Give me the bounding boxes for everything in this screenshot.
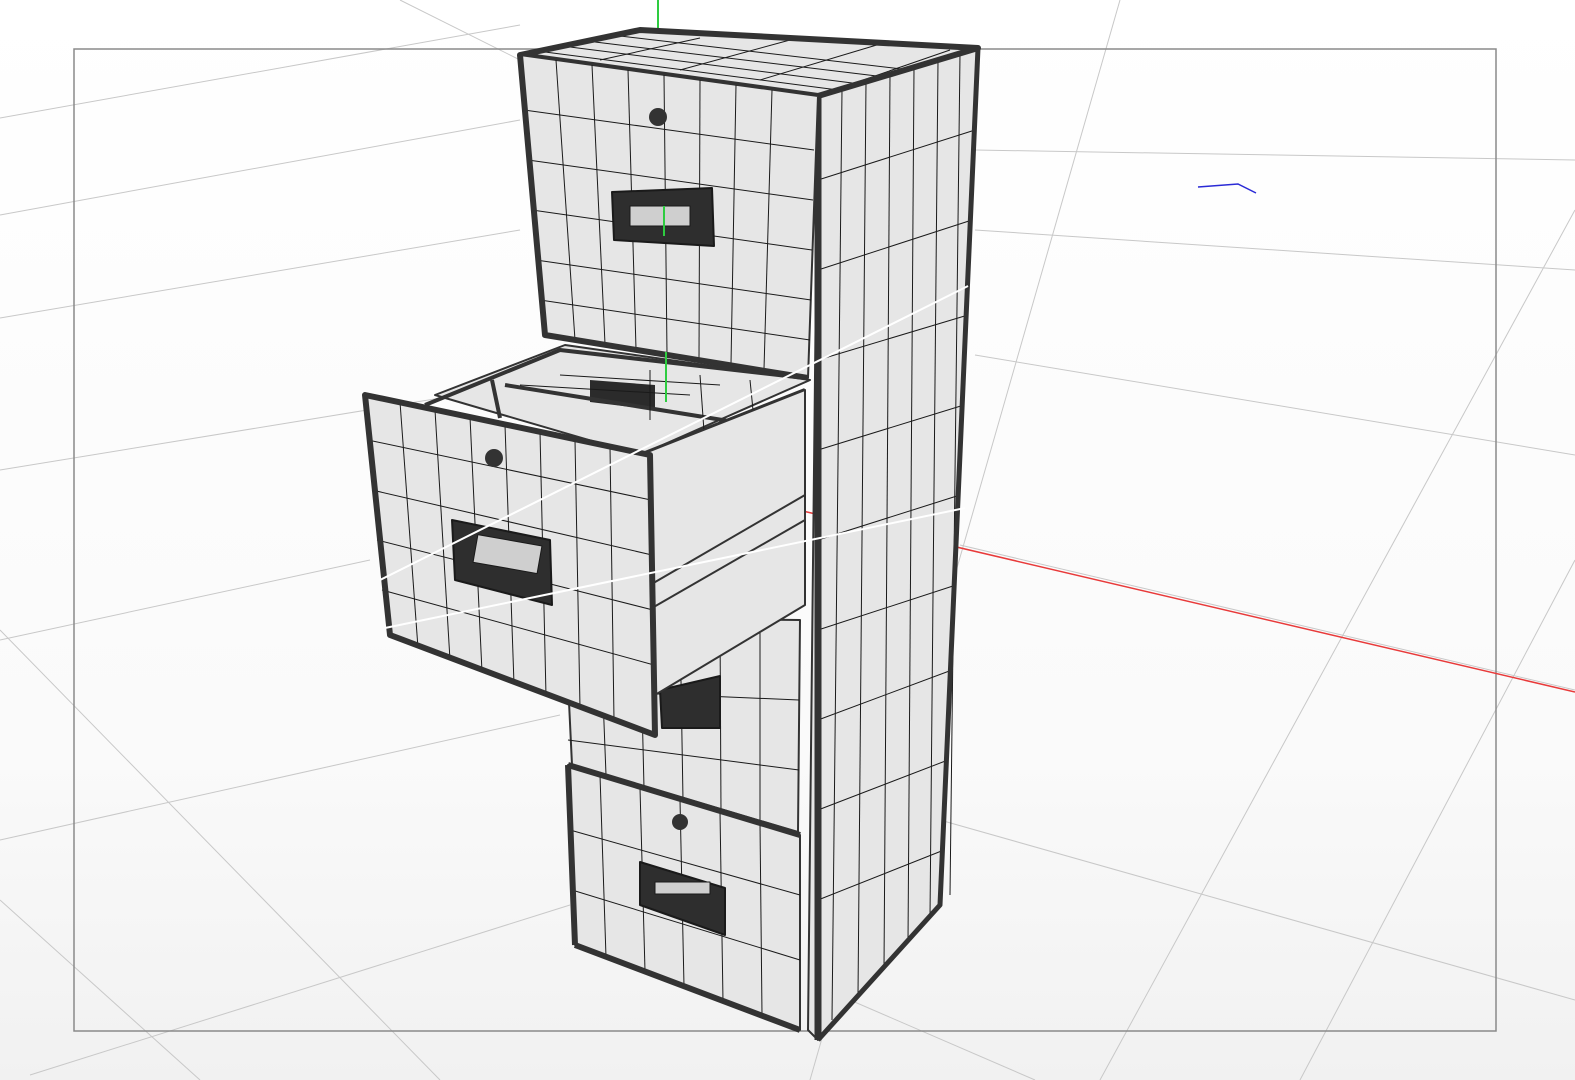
viewport-canvas[interactable] [0,0,1575,1080]
grid-line [0,559,371,641]
filing-cabinet-model[interactable] [362,27,981,1042]
grid-line [0,24,521,119]
3d-viewport[interactable] [0,0,1575,1080]
grid-line [0,119,521,216]
grid-line [399,0,521,61]
grid-line [974,149,1575,161]
grid-line [974,229,1575,271]
drawer-1-lock-icon[interactable] [649,108,667,126]
grid-line [939,819,1575,1001]
grid-line [0,714,561,841]
grid-line [959,544,1575,691]
grid-line [849,999,1036,1080]
drawer-1-label-slot [629,205,691,227]
drawer-4-label-slot [654,881,711,895]
grid-line [0,229,521,319]
drawer-4-lock-icon[interactable] [672,814,688,830]
drawer-2-lock-icon[interactable] [485,449,503,467]
grid-line [1099,209,1575,1080]
grid-line [29,904,571,1076]
z-axis-marker [1197,183,1257,194]
grid-line [974,354,1575,456]
grid-line [0,629,441,1080]
